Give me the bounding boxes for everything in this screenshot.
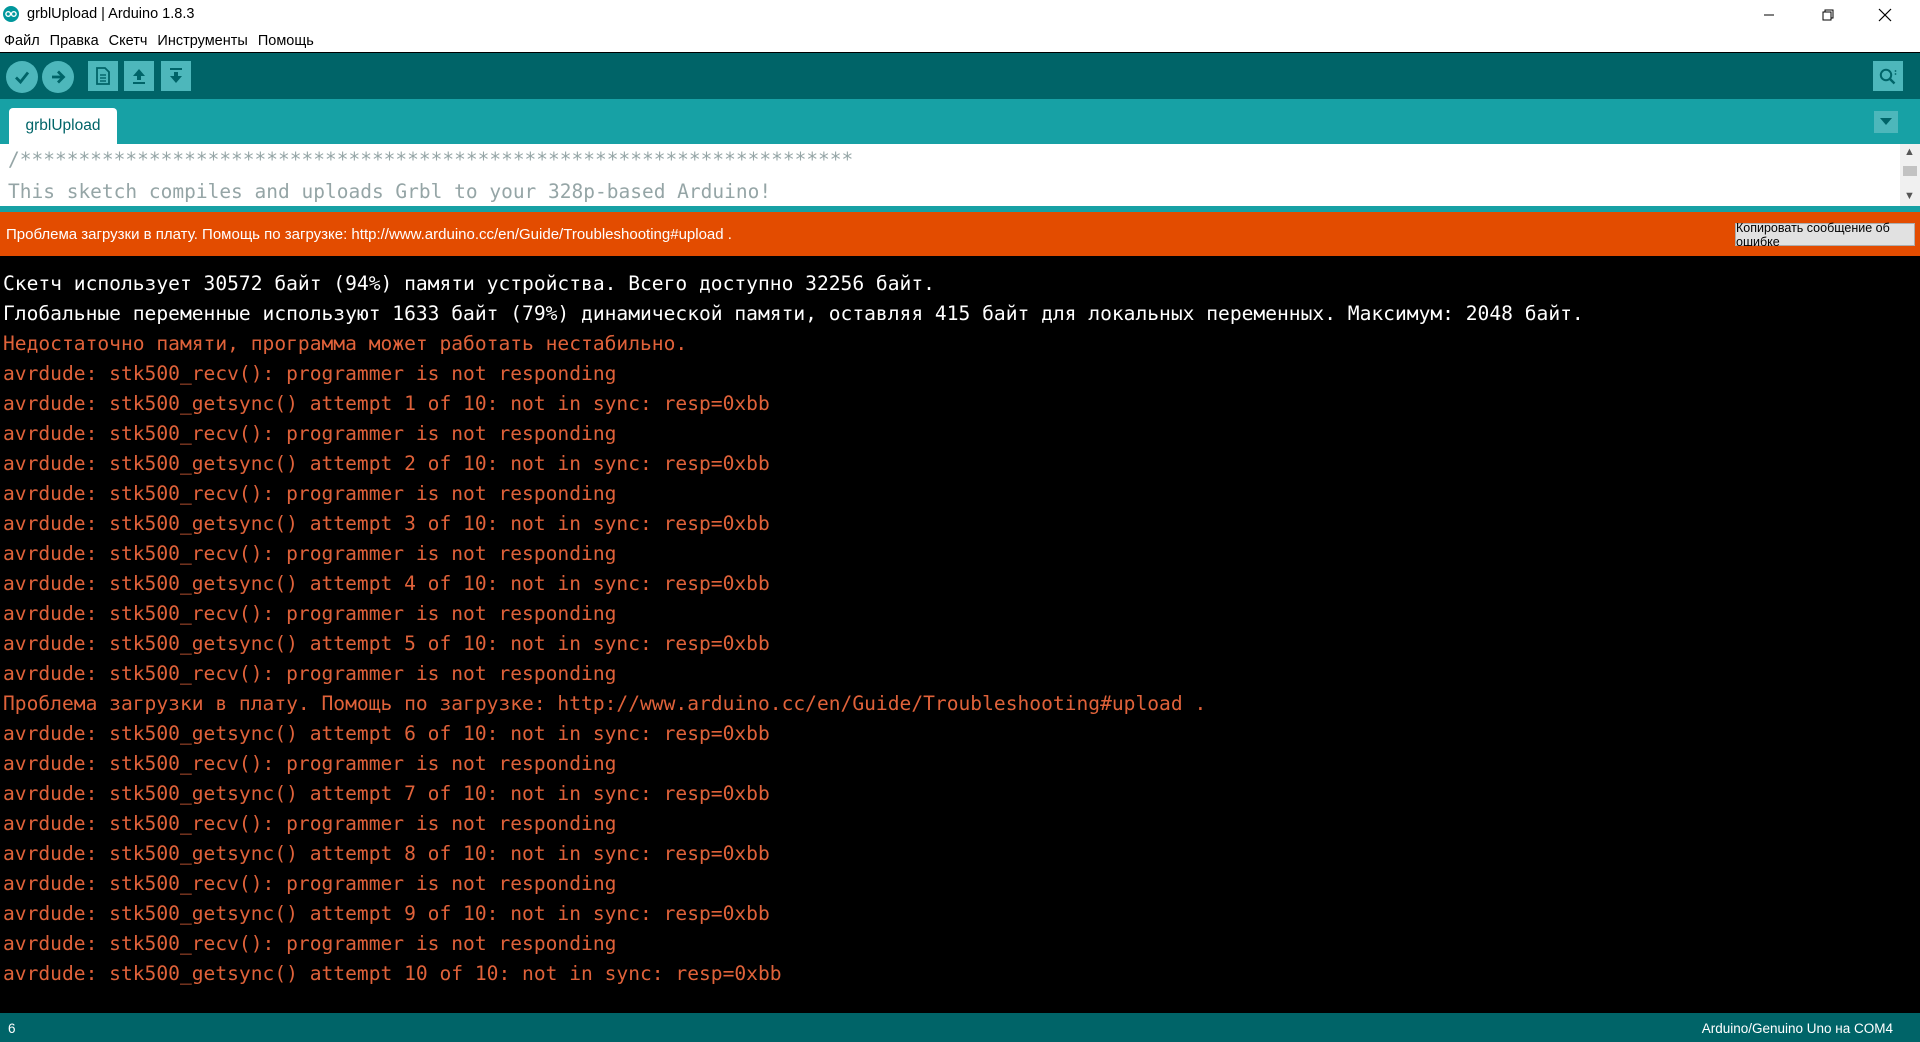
arrow-up-icon — [133, 69, 145, 84]
console-line: avrdude: stk500_getsync() attempt 7 of 1… — [3, 782, 770, 805]
editor-scrollbar[interactable]: ▲ ▼ — [1900, 144, 1920, 206]
verify-button[interactable] — [6, 61, 38, 93]
code-line: /***************************************… — [8, 148, 854, 171]
minimize-button[interactable] — [1746, 0, 1792, 30]
toolbar — [0, 53, 1920, 99]
console-line: avrdude: stk500_recv(): programmer is no… — [3, 542, 617, 565]
console-line: avrdude: stk500_getsync() attempt 2 of 1… — [3, 452, 770, 475]
upload-button[interactable] — [42, 61, 74, 93]
scroll-thumb[interactable] — [1903, 166, 1917, 176]
close-button[interactable] — [1862, 0, 1908, 30]
line-number: 6 — [8, 1021, 16, 1036]
restore-button[interactable] — [1805, 0, 1851, 30]
error-bar: Проблема загрузки в плату. Помощь по заг… — [0, 212, 1920, 256]
status-bar: 6 Arduino/Genuino Uno на COM4 — [0, 1013, 1920, 1042]
copy-error-button[interactable]: Копировать сообщение об ошибке — [1735, 221, 1915, 249]
code-editor[interactable]: /***************************************… — [0, 144, 1920, 206]
menu-tools[interactable]: Инструменты — [152, 33, 252, 49]
error-message: Проблема загрузки в плату. Помощь по заг… — [6, 226, 732, 243]
scroll-up-icon[interactable]: ▲ — [1904, 146, 1915, 158]
minimize-icon — [1764, 14, 1774, 16]
console-line: avrdude: stk500_recv(): programmer is no… — [3, 752, 617, 775]
console-line: avrdude: stk500_recv(): programmer is no… — [3, 932, 617, 955]
tab-menu-button[interactable] — [1874, 111, 1898, 133]
window-title: grblUpload | Arduino 1.8.3 — [27, 6, 195, 22]
console-line: avrdude: stk500_getsync() attempt 1 of 1… — [3, 392, 770, 415]
arrow-right-icon — [52, 70, 66, 84]
console-output[interactable]: Скетч использует 30572 байт (94%) памяти… — [0, 256, 1920, 1013]
menu-sketch[interactable]: Скетч — [104, 33, 153, 49]
console-line: Проблема загрузки в плату. Помощь по заг… — [3, 692, 1207, 715]
tab-strip: grblUpload — [0, 99, 1920, 144]
triangle-down-icon — [1880, 118, 1892, 125]
document-icon — [96, 67, 110, 85]
console-line: avrdude: stk500_recv(): programmer is no… — [3, 872, 617, 895]
open-button[interactable] — [124, 61, 154, 91]
console-line: avrdude: stk500_getsync() attempt 6 of 1… — [3, 722, 770, 745]
menu-help[interactable]: Помощь — [253, 33, 319, 49]
console-line: avrdude: stk500_recv(): programmer is no… — [3, 362, 617, 385]
console-line: avrdude: stk500_getsync() attempt 9 of 1… — [3, 902, 770, 925]
new-sketch-button[interactable] — [88, 61, 118, 91]
console-line: avrdude: stk500_getsync() attempt 8 of 1… — [3, 842, 770, 865]
restore-icon — [1822, 9, 1834, 21]
arrow-down-icon — [170, 68, 182, 83]
console-line: avrdude: stk500_getsync() attempt 5 of 1… — [3, 632, 770, 655]
menu-edit[interactable]: Правка — [45, 33, 104, 49]
console-line: avrdude: stk500_recv(): programmer is no… — [3, 602, 617, 625]
check-icon — [15, 71, 30, 85]
console-line: avrdude: stk500_getsync() attempt 4 of 1… — [3, 572, 770, 595]
console-line: avrdude: stk500_recv(): programmer is no… — [3, 812, 617, 835]
console-line: avrdude: stk500_recv(): programmer is no… — [3, 482, 617, 505]
magnifier-icon — [1879, 68, 1897, 85]
title-bar: grblUpload | Arduino 1.8.3 — [0, 0, 1920, 30]
save-button[interactable] — [161, 61, 191, 91]
code-line: This sketch compiles and uploads Grbl to… — [8, 180, 772, 203]
console-line: Скетч использует 30572 байт (94%) памяти… — [3, 272, 935, 295]
close-icon — [1878, 8, 1892, 22]
console-line: avrdude: stk500_recv(): programmer is no… — [3, 422, 617, 445]
console-line: avrdude: stk500_getsync() attempt 3 of 1… — [3, 512, 770, 535]
serial-monitor-button[interactable] — [1873, 61, 1903, 91]
console-line: Недостаточно памяти, программа может раб… — [3, 332, 688, 355]
arduino-logo-icon — [3, 6, 19, 22]
menu-bar: Файл Правка Скетч Инструменты Помощь — [0, 30, 1920, 52]
console-line: avrdude: stk500_getsync() attempt 10 of … — [3, 962, 782, 985]
console-line: avrdude: stk500_recv(): programmer is no… — [3, 662, 617, 685]
tab-grblupload[interactable]: grblUpload — [9, 108, 117, 144]
console-line: Глобальные переменные используют 1633 ба… — [3, 302, 1584, 325]
menu-file[interactable]: Файл — [0, 33, 45, 49]
board-port-label: Arduino/Genuino Uno на COM4 — [1701, 1021, 1893, 1036]
scroll-down-icon[interactable]: ▼ — [1904, 190, 1915, 202]
